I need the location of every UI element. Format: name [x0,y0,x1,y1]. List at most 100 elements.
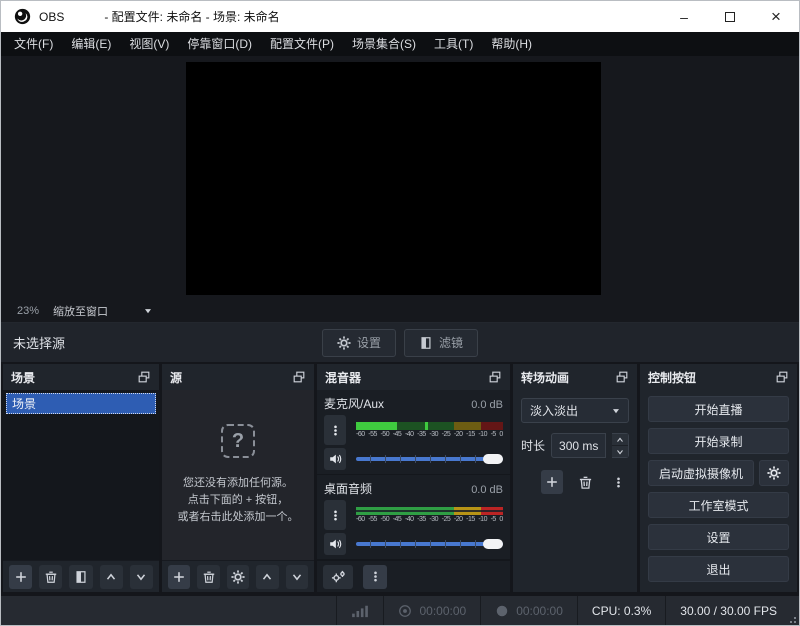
close-button[interactable]: × [753,1,799,32]
scale-tick: -5 [491,431,496,439]
scenes-panel: 场景 场景 [3,364,159,592]
start-recording-button[interactable]: 开始录制 [648,428,789,454]
cpu-usage: CPU: 0.3% [592,604,651,618]
menu-item[interactable]: 场景集合(S) [343,32,425,56]
duration-label: 时长 [521,437,545,454]
zoom-row: 23% 缩放至窗口 [1,300,799,322]
popout-icon[interactable] [615,370,629,384]
channel-name: 桌面音频 [324,480,372,497]
stream-status-icon [398,604,412,618]
virtual-camera-settings-button[interactable] [759,460,789,486]
mixer-channel-mic: 麦克风/Aux 0.0 dB -60-55-50-45-40-35-30-25-… [317,390,510,475]
meter-scale: -60-55-50-45-40-35-30-25-20-15-10-50 [356,431,503,439]
scale-tick: -60 [356,431,365,439]
record-time: 00:00:00 [516,604,563,618]
window-title-app: OBS [39,10,64,24]
mixer-menu-button[interactable] [363,565,387,589]
sources-empty-state[interactable]: ? 您还没有添加任何源。点击下面的 + 按钮，或者右击此处添加一个。 [162,390,314,560]
scale-tick: -50 [380,431,389,439]
volume-slider[interactable] [356,537,503,551]
channel-menu-button[interactable] [324,415,346,445]
maximize-button[interactable] [707,1,753,32]
controls-title: 控制按钮 [648,369,696,386]
scene-down-button[interactable] [130,565,153,589]
source-up-button[interactable] [256,565,278,589]
transition-properties-button[interactable] [607,470,629,494]
settings-button[interactable]: 设置 [648,524,789,550]
add-scene-button[interactable] [9,565,32,589]
scale-tick: -55 [368,516,377,524]
empty-state-line: 点击下面的 + 按钮， [188,492,289,509]
program-canvas[interactable] [186,62,601,295]
record-status-icon [495,604,509,618]
empty-state-line: 您还没有添加任何源。 [183,475,293,492]
scale-tick: -35 [417,516,426,524]
scale-mode-label[interactable]: 缩放至窗口 [53,303,108,319]
minimize-button[interactable]: – [661,1,707,32]
menu-item[interactable]: 配置文件(P) [261,32,343,56]
scene-filters-button[interactable] [69,565,92,589]
scale-mode-caret-icon[interactable] [142,305,154,317]
channel-name: 麦克风/Aux [324,395,384,412]
popout-icon[interactable] [775,370,789,384]
sources-empty-text: 您还没有添加任何源。点击下面的 + 按钮，或者右击此处添加一个。 [178,475,299,526]
scale-tick: -30 [429,431,438,439]
scenes-title: 场景 [11,369,35,386]
start-streaming-button[interactable]: 开始直播 [648,396,789,422]
transition-select[interactable]: 淡入淡出 [521,398,629,423]
filter-icon [419,336,433,350]
slider-handle[interactable] [483,454,503,464]
duration-up-button[interactable] [612,434,628,446]
scale-tick: -35 [417,431,426,439]
scale-tick: 0 [499,516,502,524]
volume-meter: -60-55-50-45-40-35-30-25-20-15-10-50 [356,422,503,439]
menu-item[interactable]: 工具(T) [425,32,482,56]
resize-grip[interactable] [787,614,796,623]
scale-tick: -45 [393,431,402,439]
scale-tick: -25 [442,516,451,524]
remove-source-button[interactable] [197,565,219,589]
scene-up-button[interactable] [100,565,123,589]
menu-item[interactable]: 编辑(E) [62,32,120,56]
scene-list[interactable]: 场景 [3,390,159,560]
transition-selected-value: 淡入淡出 [522,402,604,419]
studio-mode-button[interactable]: 工作室模式 [648,492,789,518]
start-virtual-camera-button[interactable]: 启动虚拟摄像机 [648,460,754,486]
source-filters-button[interactable]: 滤镜 [404,329,478,357]
popout-icon[interactable] [488,370,502,384]
duration-input[interactable]: 300 ms [551,433,606,458]
scale-tick: -15 [466,431,475,439]
volume-slider[interactable] [356,452,503,466]
source-down-button[interactable] [286,565,308,589]
scale-tick: -40 [405,431,414,439]
maximize-icon [725,12,735,22]
scale-tick: -20 [454,516,463,524]
obs-logo-icon [14,8,31,25]
mute-button[interactable] [324,533,346,555]
canvas-area[interactable] [1,56,799,300]
source-properties-button[interactable]: 设置 [322,329,396,357]
gear-icon [337,336,351,350]
menu-item[interactable]: 文件(F) [5,32,62,56]
scene-list-item[interactable]: 场景 [6,393,156,414]
slider-handle[interactable] [483,539,503,549]
menu-item[interactable]: 视图(V) [120,32,178,56]
mute-button[interactable] [324,448,346,470]
remove-transition-button[interactable] [574,470,596,494]
transitions-title: 转场动画 [521,369,569,386]
popout-icon[interactable] [137,370,151,384]
channel-menu-button[interactable] [324,500,346,530]
add-transition-button[interactable] [541,470,563,494]
advanced-audio-button[interactable] [323,565,353,589]
menu-item[interactable]: 停靠窗口(D) [178,32,261,56]
menu-item[interactable]: 帮助(H) [482,32,541,56]
duration-down-button[interactable] [612,446,628,457]
popout-icon[interactable] [292,370,306,384]
signal-bars-icon [351,604,369,618]
fps-value: 30.00 / 30.00 FPS [680,604,777,618]
exit-button[interactable]: 退出 [648,556,789,582]
add-source-button[interactable] [168,565,190,589]
source-settings-button[interactable] [227,565,249,589]
remove-scene-button[interactable] [39,565,62,589]
scale-tick: -10 [478,516,487,524]
